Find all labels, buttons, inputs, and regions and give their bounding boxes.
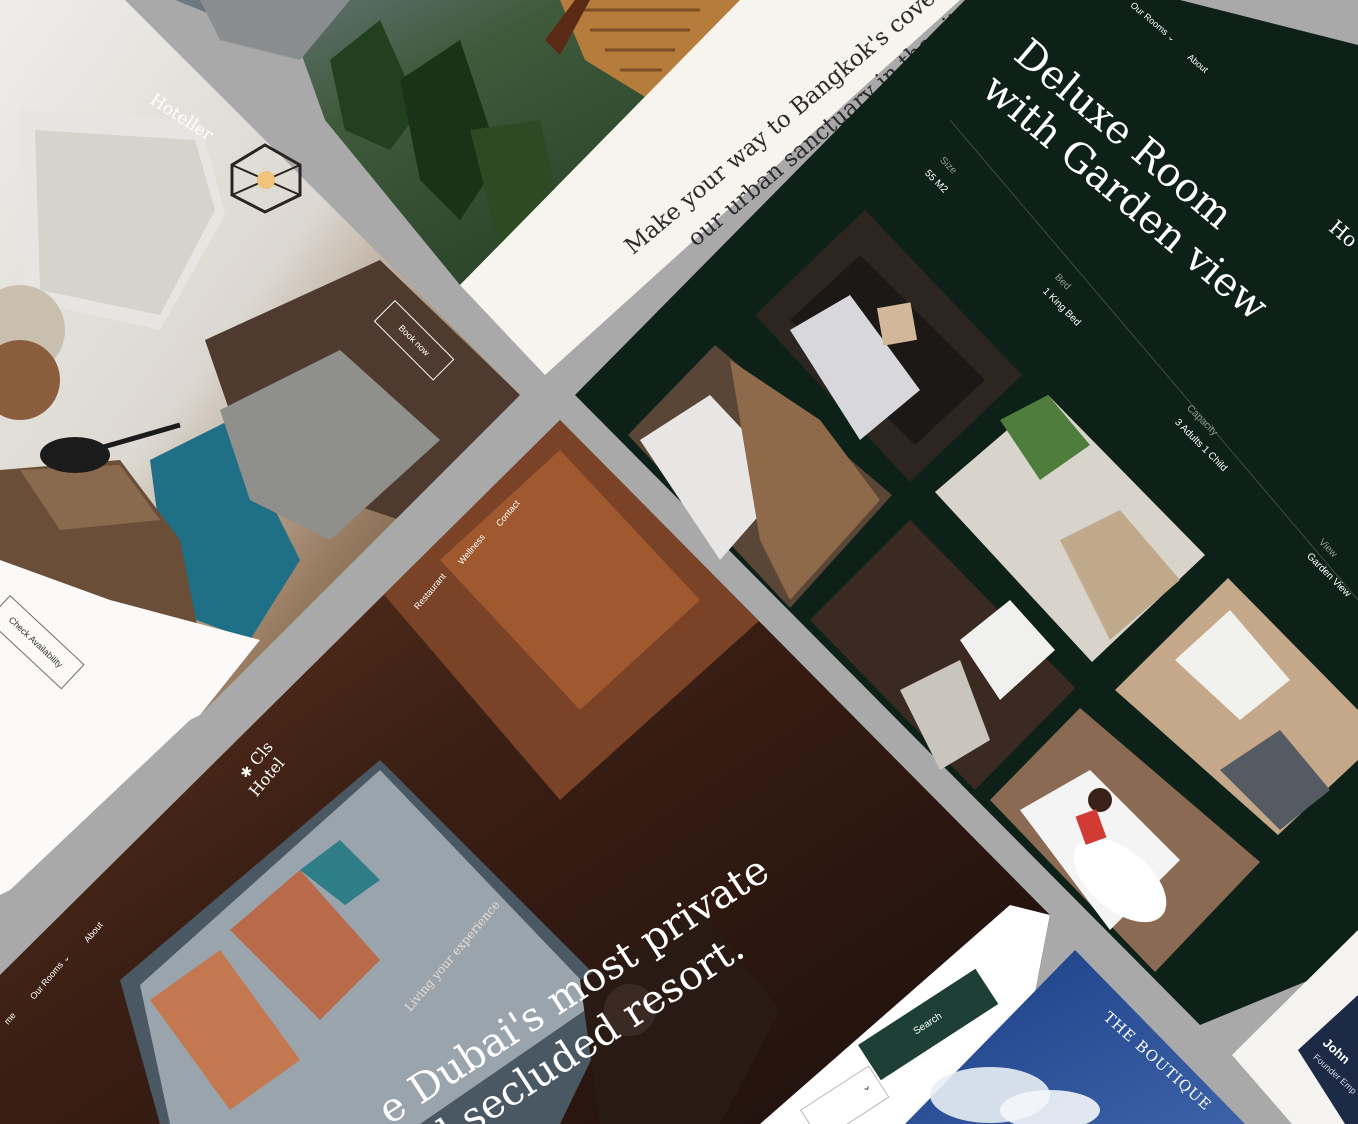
spec-capacity-label: Capacity [1184, 403, 1220, 439]
collage-stage: Hoteller Book now Check Availability Mak… [0, 0, 1358, 1124]
spec-bed-value: 1 King Bed [1040, 286, 1083, 329]
deluxe-title-1: Deluxe Room [1005, 30, 1242, 239]
hoteller-lower-panel [0, 560, 260, 895]
founder-card-shape [1232, 930, 1358, 1124]
hoteller-book-button[interactable]: Book now [373, 300, 455, 381]
chevron-down-icon: ⌄ [1165, 31, 1178, 44]
dubai-nav-about[interactable]: About [82, 920, 105, 944]
dubai-logo-line2: Hotel [245, 753, 289, 801]
bangkok-card-shape [175, 0, 960, 375]
deluxe-brand-partial: Ho [1324, 215, 1358, 253]
bangkok-headline-2: our urban sanctuary in the city [683, 0, 978, 252]
hoteller-card: Hoteller Book now Check Availability [0, 0, 1358, 1124]
star-icon: ✱ [237, 762, 258, 783]
dubai-nav-contact[interactable]: Contact [494, 498, 522, 528]
hoteller-card-shape [0, 0, 520, 715]
check-availability-button[interactable]: Check Availability [0, 595, 85, 690]
spec-capacity-value: 3 Adults 1 Child [1172, 417, 1230, 474]
dubai-card-shape [0, 420, 1050, 1124]
dubai-nav-restaurant[interactable]: Restaurant [412, 571, 448, 611]
dubai-search-button[interactable]: Search [858, 968, 999, 1081]
dubai-headline-2: d secluded resort. [420, 924, 753, 1124]
bangkok-card: Make your way to Bangkok's cove our urba… [0, 0, 1358, 1124]
deluxe-nav-rooms[interactable]: Our Rooms ⌄ [1128, 0, 1178, 44]
chevron-down-icon: ⌄ [857, 1077, 874, 1096]
dubai-nav-rooms[interactable]: Our Rooms ⌄ [28, 952, 72, 1002]
spec-size-label: Size [937, 155, 959, 177]
pendant-lamp-icon [230, 143, 302, 214]
dubai-logo: ✱ Cls [235, 738, 277, 783]
dubai-logo-line1: Cls [245, 737, 277, 770]
dubai-headline-1: e Dubai's most private [370, 846, 778, 1124]
deluxe-title-2: with Garden view [973, 65, 1277, 331]
hoteller-brand: Hoteller [146, 90, 217, 146]
founder-card: John Founder Emp [0, 0, 1358, 1124]
spec-bed-label: Bed [1052, 272, 1073, 293]
bangkok-headline-1: Make your way to Bangkok's cove [620, 0, 941, 260]
chevron-down-icon: ⌄ [59, 952, 72, 965]
dubai-nav-rooms-label: Our Rooms [28, 959, 66, 1002]
dubai-eyebrow: Living your experience [402, 897, 503, 1014]
spec-view-label: View [1316, 537, 1340, 560]
dubai-nav-wellness[interactable]: Wellness [456, 532, 487, 566]
dubai-nav-home[interactable]: me [2, 1010, 18, 1026]
spec-size-value: 55 M2 [922, 168, 950, 196]
boutique-brand: THE BOUTIQUE [1099, 1008, 1216, 1115]
founder-role: Founder Emp [1311, 1052, 1358, 1096]
dubai-card: ✱ Cls Hotel Restaurant Wellness Contact … [0, 0, 1358, 1124]
log-cabin [545, 0, 740, 100]
founder-name: John [1319, 1035, 1354, 1067]
boutique-card-shape [905, 950, 1245, 1124]
deluxe-nav-about[interactable]: About [1186, 52, 1210, 75]
boutique-card: THE BOUTIQUE [0, 0, 1358, 1124]
deluxe-card: Our Rooms ⌄ About Deluxe Room with Garde… [0, 0, 1358, 1124]
spec-view-value: Garden View [1304, 551, 1353, 600]
deluxe-card-shape [575, 0, 1358, 1025]
deluxe-nav-rooms-label: Our Rooms [1128, 0, 1171, 38]
